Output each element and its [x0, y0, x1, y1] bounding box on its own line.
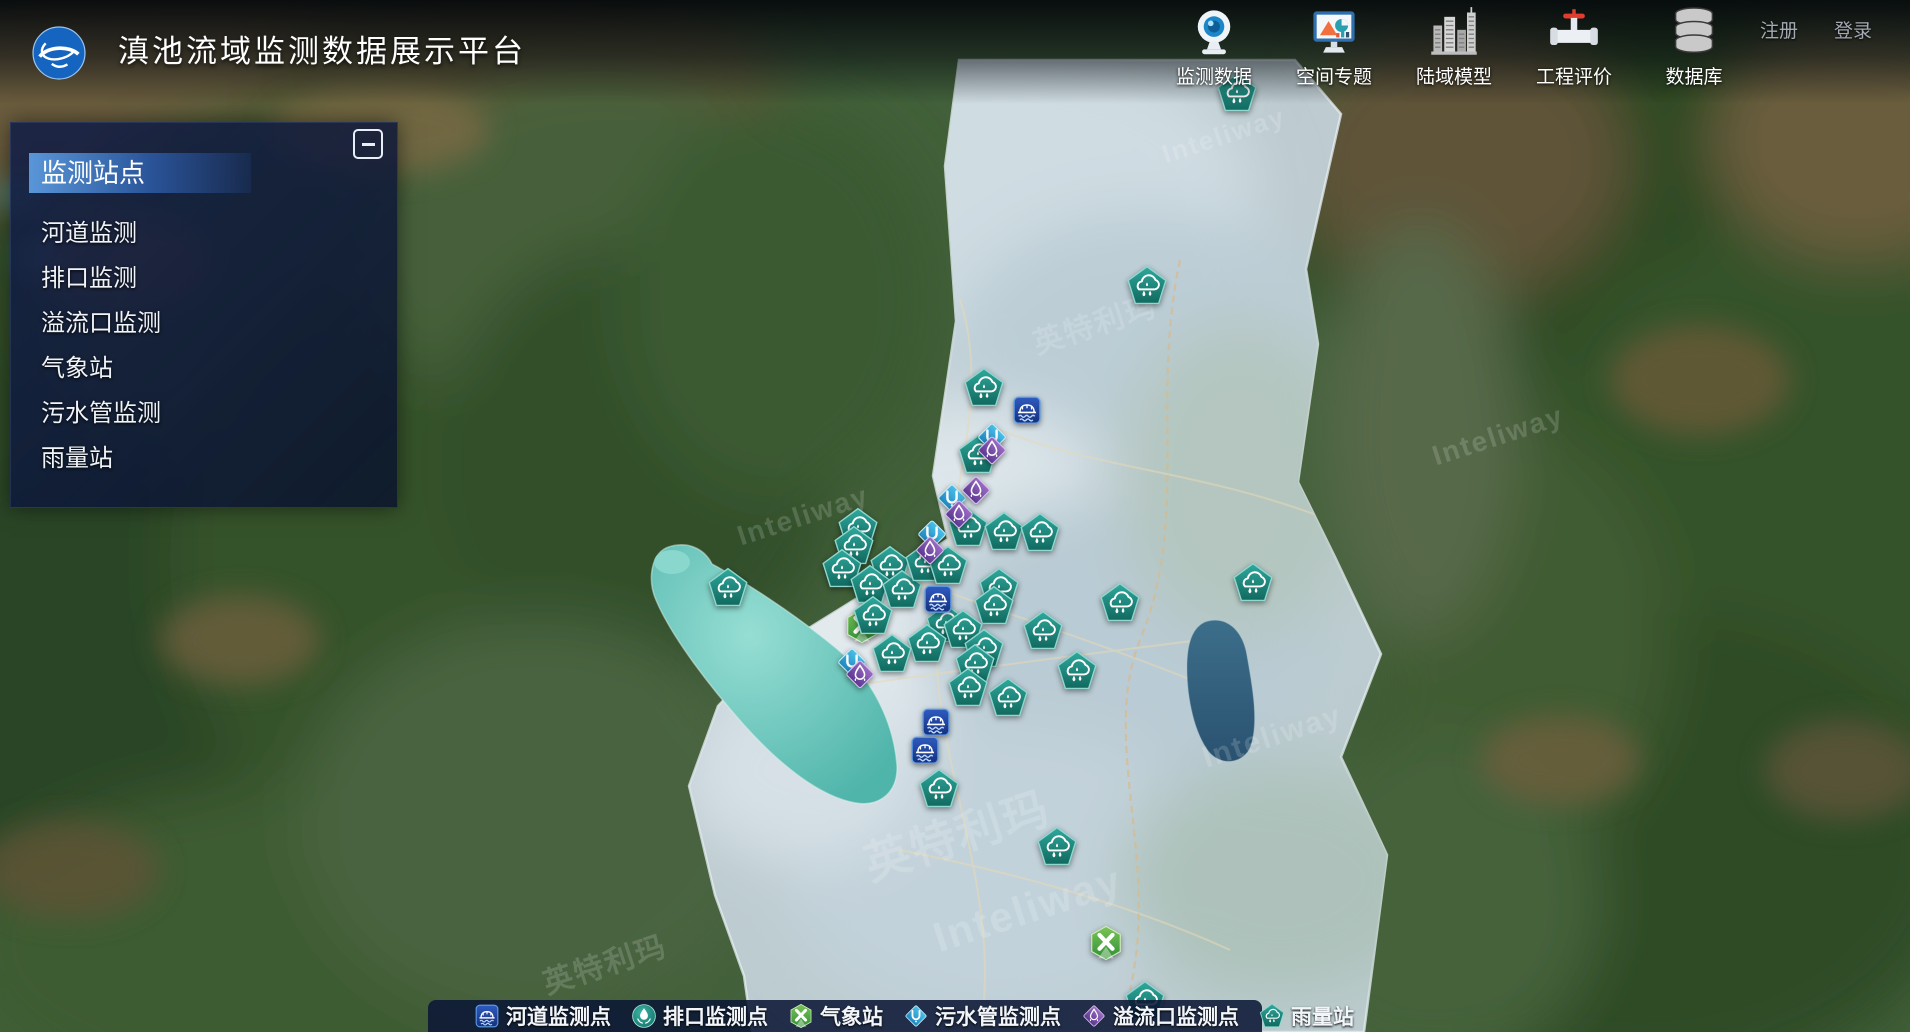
legend-label: 溢流口监测点	[1113, 1001, 1239, 1031]
sidebar-item-weather-station[interactable]: 气象站	[41, 346, 161, 391]
monitor-stations-panel: 监测站点 河道监测排口监测溢流口监测气象站污水管监测雨量站	[10, 122, 398, 508]
map-marker-rain[interactable]	[962, 367, 1006, 409]
weather-station-icon	[788, 1003, 814, 1029]
webcam-icon	[1188, 6, 1240, 58]
nav-label: 数据库	[1665, 62, 1722, 89]
login-link[interactable]: 登录	[1834, 16, 1872, 43]
legend-item-weather: 气象站	[788, 1001, 883, 1031]
panel-title[interactable]: 监测站点	[29, 153, 251, 193]
map-marker-rain[interactable]	[706, 567, 750, 609]
river-station-icon	[474, 1003, 500, 1029]
map-marker-rain[interactable]	[917, 768, 961, 810]
nav-label: 监测数据	[1176, 62, 1252, 89]
legend-item-outlet: 排口监测点	[631, 1001, 768, 1031]
map-marker-river[interactable]	[1012, 392, 1043, 428]
legend-label: 气象站	[820, 1001, 883, 1031]
map-marker-rain[interactable]	[1035, 826, 1079, 868]
map-marker-rain[interactable]	[851, 595, 895, 637]
map-marker-rain[interactable]	[1098, 582, 1142, 624]
outlet-station-icon	[631, 1003, 657, 1029]
legend-item-river: 河道监测点	[474, 1001, 611, 1031]
minimize-icon	[362, 143, 375, 146]
map-marker-rain[interactable]	[1125, 265, 1169, 307]
page-title: 滇池流域监测数据展示平台	[118, 26, 526, 71]
map-marker-river[interactable]	[923, 581, 954, 617]
legend-label: 雨量站	[1291, 1001, 1354, 1031]
legend-item-overflow: 溢流口监测点	[1081, 1001, 1239, 1031]
map-marker-overflow[interactable]	[942, 497, 976, 531]
database-icon	[1668, 6, 1720, 58]
sewage-station-icon	[903, 1003, 929, 1029]
map-marker-rain[interactable]	[986, 677, 1030, 719]
rain-station-icon	[1259, 1003, 1285, 1029]
map-legend: 河道监测点排口监测点气象站污水管监测点溢流口监测点雨量站	[428, 1000, 1262, 1032]
map-marker-rain[interactable]	[1021, 610, 1065, 652]
nav-item-project-eval[interactable]: 工程评价	[1526, 6, 1622, 89]
nav-label: 工程评价	[1536, 62, 1612, 89]
map-marker-overflow[interactable]	[843, 657, 877, 691]
nav-item-spatial-topic[interactable]: 空间专题	[1286, 6, 1382, 89]
app-root: 英特利玛InteliwayInteliwayInteliway英特利玛Intel…	[0, 0, 1910, 1032]
map-marker-overflow[interactable]	[913, 533, 947, 567]
nav-item-monitor-data[interactable]: 监测数据	[1166, 6, 1262, 89]
map-marker-rain[interactable]	[946, 667, 990, 709]
sidebar-item-overflow-monitor[interactable]: 溢流口监测	[41, 301, 161, 346]
panel-menu: 河道监测排口监测溢流口监测气象站污水管监测雨量站	[41, 211, 161, 481]
nav-label: 空间专题	[1296, 62, 1372, 89]
map-marker-rain[interactable]	[1055, 650, 1099, 692]
main-nav: 监测数据 空间专题 陆域模型 工程评价 数据库	[1166, 6, 1742, 89]
nav-item-land-model[interactable]: 陆域模型	[1406, 6, 1502, 89]
nav-item-database[interactable]: 数据库	[1646, 6, 1742, 89]
map-marker-rain[interactable]	[1018, 512, 1062, 554]
sidebar-item-sewage-monitor[interactable]: 污水管监测	[41, 391, 161, 436]
map-marker-weather[interactable]	[1088, 923, 1125, 963]
register-link[interactable]: 注册	[1760, 16, 1798, 43]
map-marker-rain[interactable]	[1231, 562, 1275, 604]
pipe-valve-icon	[1548, 6, 1600, 58]
platform-logo-icon	[30, 24, 88, 82]
legend-label: 排口监测点	[663, 1001, 768, 1031]
sidebar-item-river-monitor[interactable]: 河道监测	[41, 211, 161, 256]
legend-item-sewage: 污水管监测点	[903, 1001, 1061, 1031]
top-header: 滇池流域监测数据展示平台 监测数据 空间专题 陆域模型 工程评价 数据库 注册 登录	[0, 0, 1910, 104]
sidebar-item-rain-station[interactable]: 雨量站	[41, 436, 161, 481]
nav-label: 陆域模型	[1416, 62, 1492, 89]
monitor-chart-icon	[1308, 6, 1360, 58]
map-marker-river[interactable]	[910, 732, 941, 768]
legend-item-rain: 雨量站	[1259, 1001, 1354, 1031]
city-buildings-icon	[1428, 6, 1480, 58]
map-marker-overflow[interactable]	[975, 433, 1009, 467]
overflow-station-icon	[1081, 1003, 1107, 1029]
legend-label: 污水管监测点	[935, 1001, 1061, 1031]
sidebar-item-outlet-monitor[interactable]: 排口监测	[41, 256, 161, 301]
legend-label: 河道监测点	[506, 1001, 611, 1031]
panel-minimize-button[interactable]	[353, 129, 383, 159]
